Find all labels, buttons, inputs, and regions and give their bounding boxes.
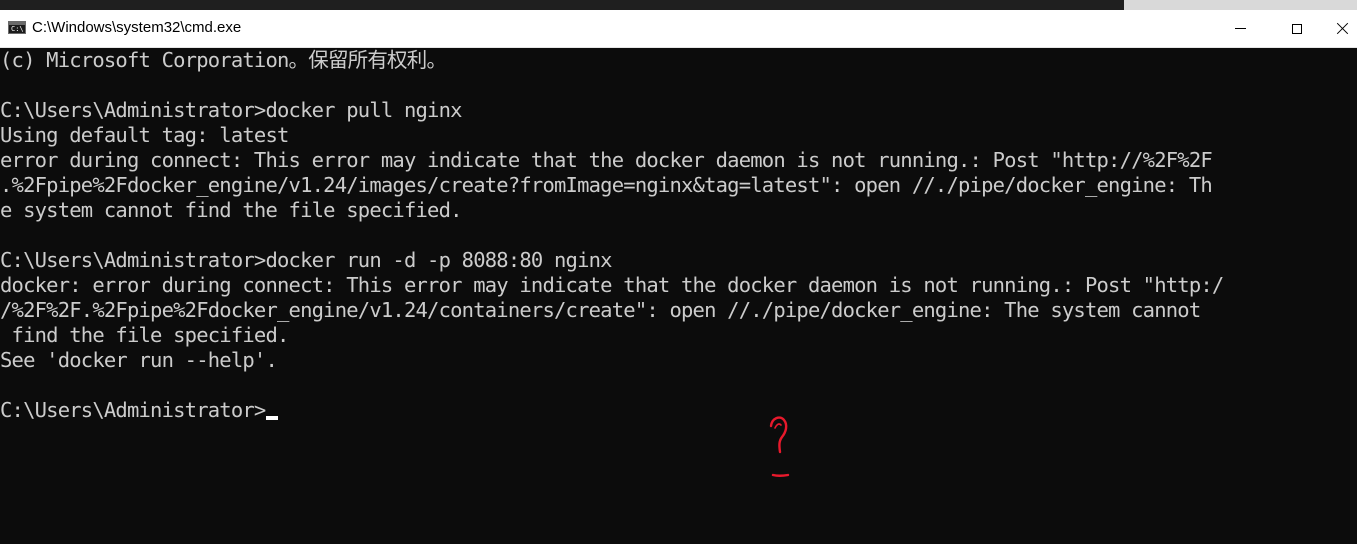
cmd-app-icon-label: C:\	[11, 25, 24, 33]
desktop-strip	[0, 0, 1357, 10]
cmd-app-icon[interactable]: C:\	[8, 21, 26, 34]
console-prompt-line[interactable]: C:\Users\Administrator>	[0, 398, 279, 423]
console-line: find the file specified.	[0, 323, 290, 347]
console-prompt: C:\Users\Administrator>	[0, 398, 266, 422]
console-line: See 'docker run --help'.	[0, 348, 278, 372]
maximize-icon	[1292, 23, 1302, 34]
console-line: C:\Users\Administrator>docker pull nginx	[0, 98, 462, 122]
console-line: e system cannot find the file specified.	[0, 198, 462, 222]
console-output[interactable]: (c) Microsoft Corporation。保留所有权利。 C:\Use…	[0, 48, 1357, 544]
maximize-button[interactable]	[1274, 10, 1320, 47]
handwritten-question-mark-icon	[769, 416, 790, 477]
text-cursor	[266, 416, 279, 420]
console-line: C:\Users\Administrator>docker run -d -p …	[0, 248, 613, 272]
title-bar[interactable]: C:\ C:\Windows\system32\cmd.exe	[0, 10, 1357, 48]
console-line: docker: error during connect: This error…	[0, 273, 1224, 297]
desktop-strip-light	[1124, 0, 1357, 10]
close-icon	[1336, 22, 1349, 35]
minimize-icon	[1234, 28, 1246, 29]
console-line: Using default tag: latest	[0, 123, 289, 147]
console-line: .%2Fpipe%2Fdocker_engine/v1.24/images/cr…	[0, 173, 1213, 197]
close-button[interactable]	[1328, 10, 1357, 47]
cmd-window: C:\ C:\Windows\system32\cmd.exe (c) Micr…	[0, 0, 1357, 544]
console-line: /%2F%2F.%2Fpipe%2Fdocker_engine/v1.24/co…	[0, 298, 1201, 322]
minimize-button[interactable]	[1217, 10, 1263, 47]
console-line: error during connect: This error may ind…	[0, 148, 1213, 172]
window-title: C:\Windows\system32\cmd.exe	[32, 19, 242, 36]
console-line: (c) Microsoft Corporation。保留所有权利。	[0, 48, 447, 72]
